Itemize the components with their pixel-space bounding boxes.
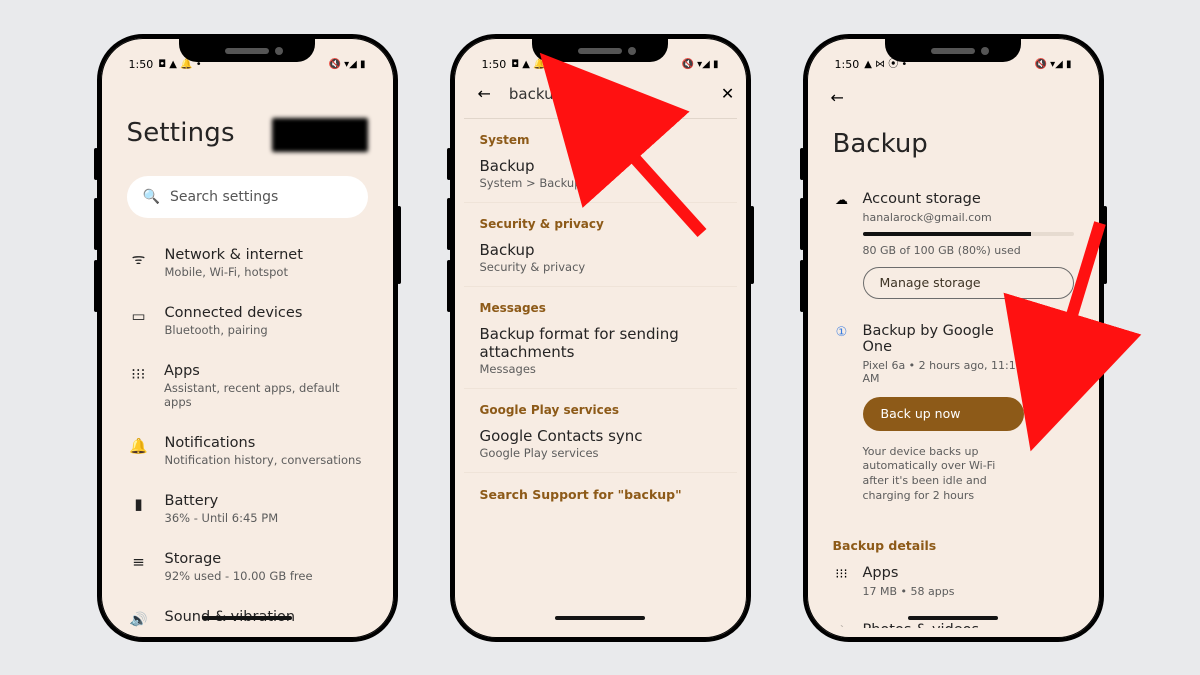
settings-item[interactable]: 🔔 Notifications Notification history, co…	[127, 424, 368, 478]
phone-backup: 1:50 ▲ ⋈ ⦿ • 🔇 ▾◢ ▮ ← Backup ☁︎ Account …	[803, 34, 1104, 642]
backup-details-header: Backup details	[833, 538, 1074, 553]
status-icons-right: 🔇 ▾◢ ▮	[681, 60, 718, 70]
phone-settings: 1:50 ◘ ▲ 🔔 • 🔇 ▾◢ ▮ Settings 🔍 Search se…	[97, 34, 398, 642]
status-icons-right: 🔇 ▾◢ ▮	[1034, 60, 1071, 70]
settings-item-label: Network & internet	[165, 247, 303, 263]
result-sub: Google Play services	[480, 446, 721, 460]
back-up-now-button[interactable]: Back up now	[863, 397, 1024, 431]
settings-item-sub: Bluetooth, pairing	[165, 323, 303, 337]
settings-item[interactable]: ⁝⁝⁝ Apps Assistant, recent apps, default…	[127, 352, 368, 420]
wifi-icon: ᯤ	[129, 247, 149, 269]
home-indicator[interactable]	[555, 616, 645, 620]
settings-item[interactable]: ≡ Storage 92% used - 10.00 GB free	[127, 540, 368, 594]
status-icons-left: ◘ ▲ 🔔 •	[158, 60, 202, 70]
back-icon[interactable]: ←	[478, 84, 491, 103]
search-input[interactable]	[507, 84, 705, 104]
result-label: Backup format for sending attachments	[480, 325, 721, 361]
side-button	[447, 148, 451, 180]
settings-item-sub: Notification history, conversations	[165, 453, 362, 467]
result-section-header: Google Play services	[464, 389, 737, 419]
search-result-item[interactable]: Backup format for sending attachments Me…	[464, 317, 737, 389]
settings-item[interactable]: 🔊 Sound & vibration Volume, haptics, Do …	[127, 598, 368, 628]
settings-item-sub: Assistant, recent apps, default apps	[164, 381, 366, 409]
search-support-link[interactable]: Search Support for "backup"	[464, 472, 737, 516]
side-button	[447, 260, 451, 312]
annotation-arrow	[592, 113, 722, 247]
avatar[interactable]	[272, 118, 368, 152]
search-result-item[interactable]: Google Contacts sync Google Play service…	[464, 419, 737, 472]
apps-icon: ⁝⁝⁝	[129, 363, 148, 383]
side-button	[397, 206, 401, 284]
notch	[225, 48, 269, 54]
side-button	[94, 148, 98, 180]
annotation-arrow	[1022, 213, 1132, 367]
settings-item-label: Notifications	[165, 435, 362, 451]
close-icon[interactable]: ✕	[721, 84, 734, 103]
detail-sub: 17 MB • 58 apps	[863, 585, 1074, 598]
settings-item[interactable]: ▮ Battery 36% - Until 6:45 PM	[127, 482, 368, 536]
side-button	[94, 260, 98, 312]
backup-note: Your device backs up automatically over …	[863, 445, 1024, 504]
settings-item-sub: 36% - Until 6:45 PM	[165, 511, 279, 525]
status-time: 1:50	[835, 58, 860, 71]
search-input[interactable]: 🔍 Search settings	[127, 176, 368, 218]
settings-item-label: Storage	[165, 551, 313, 567]
storage-icon: ≡	[129, 551, 149, 571]
result-section-header: Messages	[464, 287, 737, 317]
page-title: Backup	[833, 129, 1074, 159]
detail-label: Photos & videos	[863, 622, 1074, 628]
phone-search-results: 1:50 ◘ ▲ 🔔 • 🔇 ▾◢ ▮ ← ✕ SystemBackup Sys…	[450, 34, 751, 642]
google-one-icon: ①	[833, 323, 851, 341]
photos-icon: ✿	[833, 622, 851, 628]
home-indicator[interactable]	[202, 616, 292, 620]
side-button	[94, 198, 98, 250]
settings-item-label: Apps	[164, 363, 366, 379]
devices-icon: ▭	[129, 305, 149, 325]
cloud-icon: ☁︎	[833, 191, 851, 209]
status-icons-left: ▲ ⋈ ⦿ •	[864, 60, 907, 70]
notch	[578, 48, 622, 54]
detail-label: Apps	[863, 565, 1074, 581]
sound-icon: 🔊	[129, 609, 149, 628]
side-button	[447, 198, 451, 250]
settings-item-label: Connected devices	[165, 305, 303, 321]
home-indicator[interactable]	[908, 616, 998, 620]
back-icon[interactable]: ←	[831, 88, 844, 107]
result-sub: Messages	[480, 362, 721, 376]
side-button	[750, 206, 754, 284]
settings-item-sub: Mobile, Wi-Fi, hotspot	[165, 265, 303, 279]
page-title: Settings	[127, 118, 235, 148]
battery-icon: ▮	[129, 493, 149, 513]
search-placeholder: Search settings	[170, 189, 278, 205]
backup-google-one-sub: Pixel 6a • 2 hours ago, 11:19 AM	[863, 359, 1024, 385]
notch	[931, 48, 975, 54]
notifications-icon: 🔔	[129, 435, 149, 455]
status-time: 1:50	[129, 58, 154, 71]
search-icon: 🔍	[143, 189, 160, 205]
settings-item-sub: 92% used - 10.00 GB free	[165, 569, 313, 583]
backup-google-one-label: Backup by Google One	[863, 323, 1024, 355]
settings-item-label: Battery	[165, 493, 279, 509]
side-button	[800, 148, 804, 180]
side-button	[800, 260, 804, 312]
apps-icon: ⁝⁝⁝	[833, 565, 851, 583]
status-time: 1:50	[482, 58, 507, 71]
settings-item[interactable]: ▭ Connected devices Bluetooth, pairing	[127, 294, 368, 348]
side-button	[800, 198, 804, 250]
account-storage-label: Account storage	[863, 191, 1074, 207]
result-label: Google Contacts sync	[480, 427, 721, 445]
status-icons-left: ◘ ▲ 🔔 •	[511, 60, 555, 70]
backup-detail-item[interactable]: ⁝⁝⁝ Apps 17 MB • 58 apps	[833, 553, 1074, 610]
settings-item-sub: Volume, haptics, Do Not Disturb	[165, 627, 349, 628]
status-icons-right: 🔇 ▾◢ ▮	[328, 60, 365, 70]
settings-item[interactable]: ᯤ Network & internet Mobile, Wi-Fi, hots…	[127, 236, 368, 290]
result-sub: Security & privacy	[480, 260, 721, 274]
